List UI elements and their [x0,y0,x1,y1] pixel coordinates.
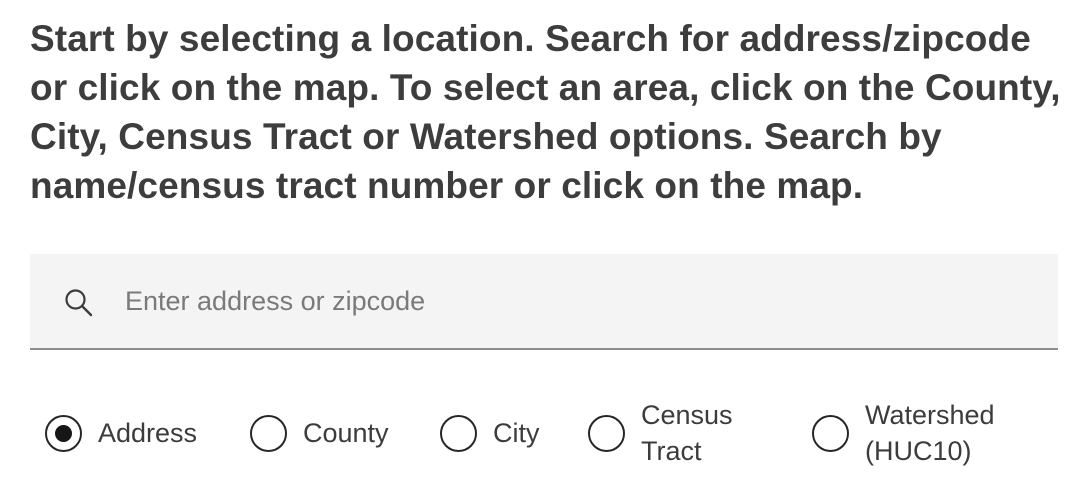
radio-label-census-tract: Census Tract [641,400,733,466]
radio-label-watershed: Watershed (HUC10) [865,400,995,466]
radio-label-city: City [493,418,540,448]
radio-button-census-tract[interactable] [588,414,625,452]
radio-option-watershed[interactable]: Watershed (HUC10) [812,388,1025,478]
radio-option-city[interactable]: City [440,388,540,478]
radio-option-county[interactable]: County [250,388,389,478]
radio-label-address: Address [98,418,198,448]
radio-option-address[interactable]: Address [45,388,197,478]
search-icon [65,289,93,317]
location-selector-panel: Start by selecting a location. Search fo… [0,0,1086,484]
search-box[interactable] [30,254,1058,350]
location-type-radio-group: Address County City Census Tract Watersh… [0,388,1086,478]
radio-button-watershed[interactable] [812,414,849,452]
address-search-input[interactable] [125,254,1045,348]
instructions-text: Start by selecting a location. Search fo… [30,18,1061,206]
radio-button-county[interactable] [250,414,287,452]
radio-selected-dot [55,424,72,442]
radio-option-census-tract[interactable]: Census Tract [588,388,751,478]
radio-button-city[interactable] [440,414,477,452]
radio-label-county: County [303,418,389,448]
radio-button-address[interactable] [45,414,82,452]
